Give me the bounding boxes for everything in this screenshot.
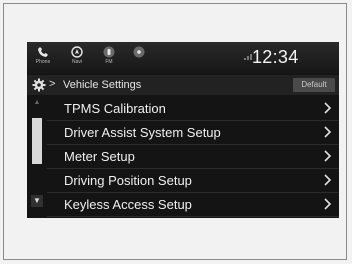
settings-list: TPMS Calibration Driver Assist System Se…	[47, 97, 339, 217]
fm-label: FM	[105, 59, 113, 65]
list-item-label: Driver Assist System Setup	[64, 125, 221, 140]
default-button[interactable]: Default	[293, 78, 335, 92]
status-bar: Phone Navi FM 12:34	[27, 42, 339, 74]
list-item-tpms-calibration[interactable]: TPMS Calibration	[47, 97, 339, 121]
fm-button[interactable]: FM	[99, 45, 119, 73]
phone-icon	[38, 47, 48, 57]
list-item-driver-assist-system-setup[interactable]: Driver Assist System Setup	[47, 121, 339, 145]
navi-label: Navi	[71, 59, 82, 65]
scroll-down-icon[interactable]: ▼	[31, 195, 43, 207]
breadcrumb-chevron-icon: >	[49, 78, 56, 90]
scrollbar-thumb[interactable]	[32, 118, 42, 164]
chevron-right-icon	[324, 126, 332, 138]
list-item-label: Meter Setup	[64, 149, 135, 164]
phone-button[interactable]: Phone	[33, 45, 53, 73]
list-item-meter-setup[interactable]: Meter Setup	[47, 145, 339, 169]
list-item-label: Driving Position Setup	[64, 173, 192, 188]
chevron-right-icon	[324, 102, 332, 114]
breadcrumb: > Vehicle Settings Default	[27, 75, 339, 95]
media-button[interactable]	[129, 45, 149, 73]
list-item-keyless-access-setup[interactable]: Keyless Access Setup	[47, 193, 339, 217]
page-title: Vehicle Settings	[63, 79, 142, 91]
fm-icon	[103, 46, 115, 58]
gear-icon	[32, 78, 46, 92]
navi-button[interactable]: Navi	[67, 45, 87, 73]
list-item-driving-position-setup[interactable]: Driving Position Setup	[47, 169, 339, 193]
list-item-label: TPMS Calibration	[64, 101, 166, 116]
display-screen: Phone Navi FM 12:34 > Vehicle Settings D…	[27, 42, 339, 218]
chevron-right-icon	[324, 174, 332, 186]
phone-label: Phone	[35, 59, 51, 65]
chevron-right-icon	[324, 150, 332, 162]
chevron-right-icon	[324, 198, 332, 210]
clock: 12:34	[252, 47, 299, 67]
navi-icon	[71, 46, 83, 58]
list-item-label: Keyless Access Setup	[64, 197, 192, 212]
media-icon	[133, 46, 145, 58]
scroll-up-icon[interactable]: ▲	[32, 98, 42, 108]
